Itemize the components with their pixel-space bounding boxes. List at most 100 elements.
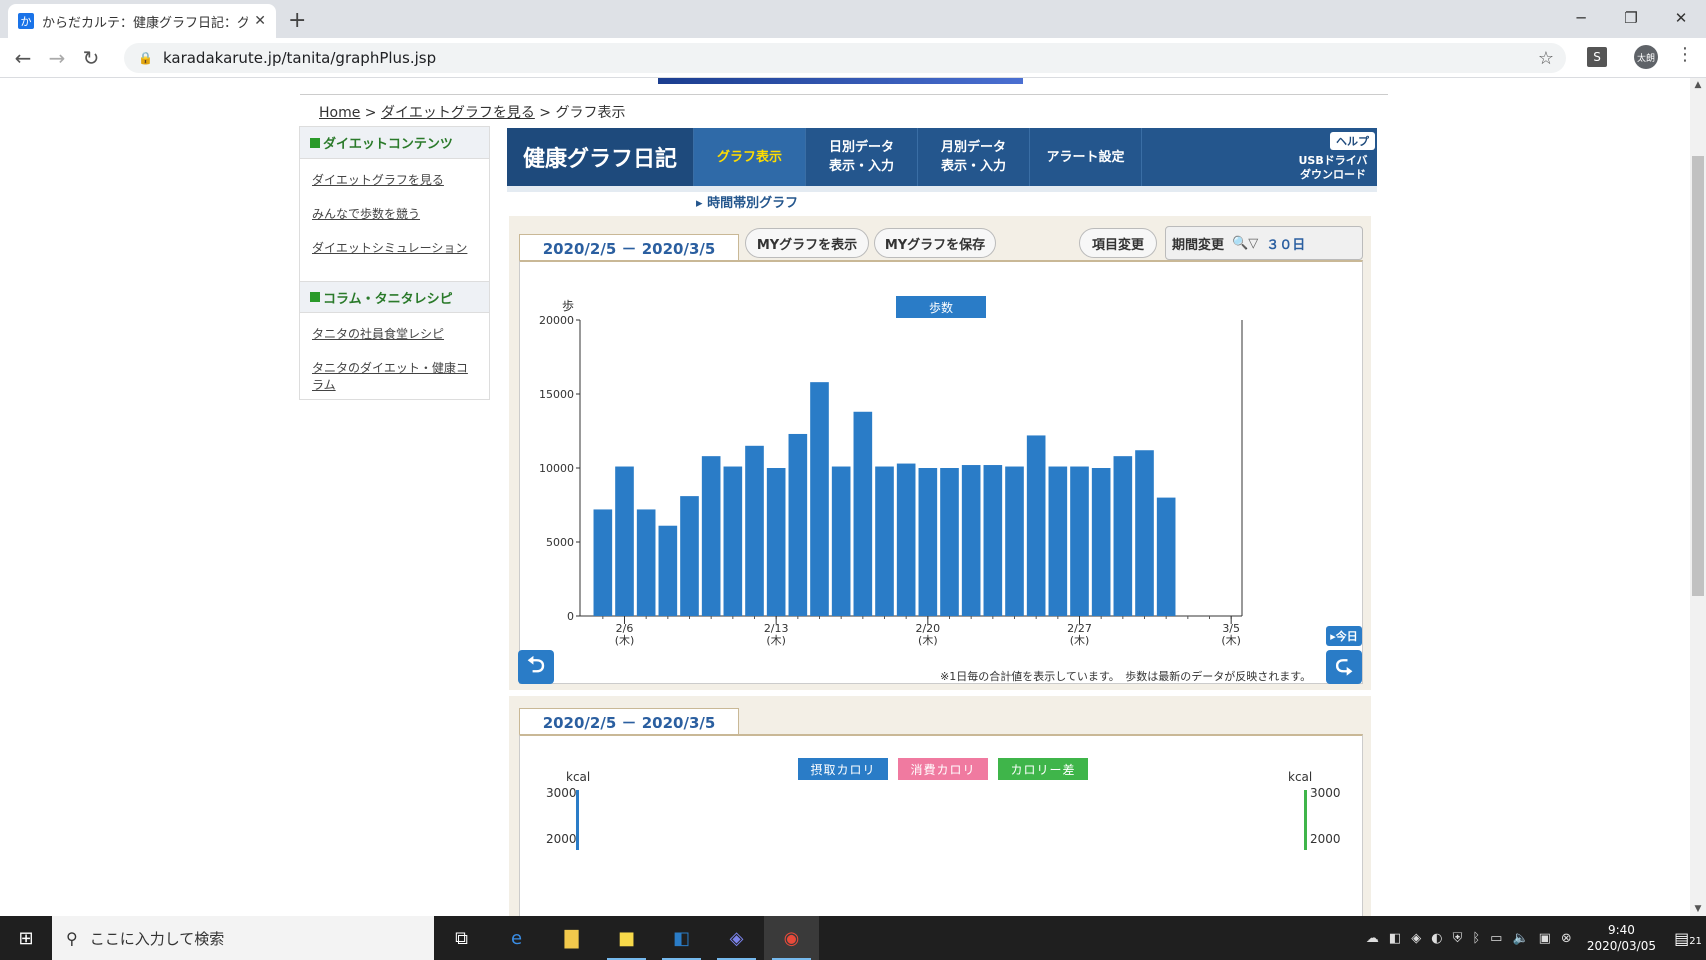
sidebar-item-diet-sim[interactable]: ダイエットシミュレーション [312,239,477,256]
breadcrumb-home[interactable]: Home [319,105,360,121]
period-change-label: 期間変更 [1172,237,1225,253]
breadcrumb-diet-graph[interactable]: ダイエットグラフを見る [381,105,535,121]
page-scrollbar[interactable]: ▲ ▼ [1690,78,1706,916]
edge-icon[interactable]: e [489,916,544,960]
scroll-thumb[interactable] [1692,156,1704,596]
chart-note: ※1日毎の合計値を表示しています。 歩数は最新のデータが反映されます。 [940,670,1312,683]
sidebar-item-diet-graph[interactable]: ダイエットグラフを見る [312,171,477,188]
tab-monthly-data[interactable]: 月別データ 表示・入力 [917,128,1029,186]
breadcrumb-current: グラフ表示 [555,105,626,121]
y-tick-label: 20000 [539,314,574,327]
tab-graph[interactable]: グラフ表示 [693,128,805,186]
chrome-icon[interactable]: ◉ [764,916,819,960]
period-label-2: 2020/2/5 － 2020/3/5 [519,708,739,736]
y-axis-label: 歩 [562,298,574,313]
x-tick-day: (木) [615,634,635,647]
window-close-icon[interactable]: ✕ [1656,0,1706,36]
minimize-icon[interactable]: ─ [1556,0,1606,36]
tick-left-next: 2000 [546,832,577,846]
window-controls: ─ ❐ ✕ [1556,0,1706,36]
steps-panel: 2020/2/5 － 2020/3/5 MYグラフを表示 MYグラフを保存 項目… [509,216,1371,690]
bar [766,468,786,616]
sidebar-section-title: ダイエットコンテンツ [323,137,453,152]
ime-icon[interactable]: ⊗ [1561,931,1572,946]
battery-icon[interactable]: ▭ [1490,931,1502,946]
page-content: Home > ダイエットグラフを見る > グラフ表示 ダイエットコンテンツ ダイ… [0,78,1690,916]
task-view-icon[interactable]: ⧉ [434,916,489,960]
clock[interactable]: 9:40 2020/03/05 [1587,922,1656,954]
reload-icon[interactable]: ↻ [74,46,108,70]
scroll-up-icon[interactable]: ▲ [1690,80,1706,90]
new-tab-button[interactable]: + [288,8,306,33]
period-label: 2020/2/5 － 2020/3/5 [519,234,739,262]
sidebar-section-title: コラム・タニタレシピ [323,291,453,307]
prev-period-button[interactable]: ⮌ [518,650,554,684]
bluetooth-icon[interactable]: ᛒ [1472,931,1480,946]
period-change-control[interactable]: 期間変更 🔍▽ ３０日 [1165,226,1363,260]
extension-icon[interactable]: S [1587,47,1607,67]
subnav-bar [507,186,1377,192]
bar [1091,468,1111,616]
notification-icon[interactable]: ▤21 [1670,929,1706,948]
menu-dots-icon[interactable]: ⋮ [1676,44,1694,65]
security-icon[interactable]: ⛨ [1453,931,1463,946]
bar [593,509,613,616]
y-tick-label: 10000 [539,462,574,475]
tick-right-next: 2000 [1310,832,1341,846]
sidebar-item-recipe[interactable]: タニタの社員食堂レシピ [312,325,477,342]
taskbar-search[interactable]: ⚲ ここに入力して検索 [52,916,434,960]
lock-icon: 🔒 [138,51,153,65]
search-icon: 🔍▽ [1232,235,1259,251]
sidebar-item-health-column[interactable]: タニタのダイエット・健康コラム [312,359,477,393]
bar [961,465,981,616]
browser-tab[interactable]: か からだカルテ：健康グラフ日記：グラ ✕ [8,4,276,38]
restore-icon[interactable]: ❐ [1606,0,1656,36]
bar [1113,456,1133,616]
system-tray: ☁ ◧ ◈ ◐ ⛨ ᛒ ▭ 🔈 ▣ ⊗ 9:40 2020/03/05 ▤21 [1361,916,1706,960]
outlook-tray-icon[interactable]: ◧ [1389,931,1401,946]
sidebar-section-column: コラム・タニタレシピ [300,281,489,313]
next-period-button[interactable]: ⮎ [1326,650,1362,684]
usb-driver-link[interactable]: USBドライバ ダウンロード [1289,154,1377,182]
bar [788,433,808,616]
close-icon[interactable]: ✕ [254,13,266,29]
bar [896,463,916,616]
bookmark-star-icon[interactable]: ☆ [1538,48,1554,69]
today-button[interactable]: ▸ 今日 [1326,626,1362,646]
tab-daily-data[interactable]: 日別データ 表示・入力 [805,128,917,186]
back-icon[interactable]: ← [6,46,40,70]
profile-avatar[interactable]: 太朗 [1634,45,1658,69]
steps-chart-area: 歩 0 5000 10000 15000 20000 2/6 (木) 2/13 (木) 2/20 (木… [518,260,1363,684]
help-button[interactable]: ヘルプ [1330,132,1375,150]
volume-icon[interactable]: 🔈 [1512,931,1528,946]
tab-alert[interactable]: アラート設定 [1029,128,1141,186]
change-items-button[interactable]: 項目変更 [1079,228,1157,258]
scroll-down-icon[interactable]: ▼ [1690,904,1706,914]
outlook-icon[interactable]: ◧ [654,916,709,960]
x-tick-day: (木) [766,634,786,647]
teams-tray-icon[interactable]: ◈ [1411,931,1421,946]
show-my-graph-button[interactable]: MYグラフを表示 [745,228,869,258]
file-explorer-icon[interactable]: ▇ [544,916,599,960]
sidebar-item-step-compete[interactable]: みんなで歩数を競う [312,205,477,222]
legend-steps: 歩数 [896,296,986,318]
calorie-chart-area: 摂取カロリ 消費カロリ カロリー差 kcal kcal 3000 3000 20… [519,734,1363,916]
subnav-hourly-graph[interactable]: ▸ 時間帯別グラフ [696,192,798,211]
breadcrumb-sep: > [364,105,377,121]
windows-start-icon[interactable]: ⊞ [0,916,52,960]
bar [1135,450,1154,616]
legend-intake: 摂取カロリ [798,758,888,780]
app-tray-icon[interactable]: ◐ [1431,931,1442,946]
save-my-graph-button[interactable]: MYグラフを保存 [874,228,996,258]
forward-icon[interactable]: → [40,46,74,70]
bar [636,509,656,616]
bar [831,466,851,616]
network-icon[interactable]: ▣ [1539,931,1551,946]
address-bar[interactable]: 🔒 karadakarute.jp/tanita/graphPlus.jsp ☆ [124,43,1566,73]
teams-icon[interactable]: ◈ [709,916,764,960]
sticky-notes-icon[interactable]: ■ [599,916,654,960]
unit-left: kcal [566,770,591,784]
onedrive-icon[interactable]: ☁ [1366,931,1379,946]
sidebar: ダイエットコンテンツ ダイエットグラフを見る みんなで歩数を競う ダイエットシミ… [299,126,490,400]
bar [680,496,699,616]
